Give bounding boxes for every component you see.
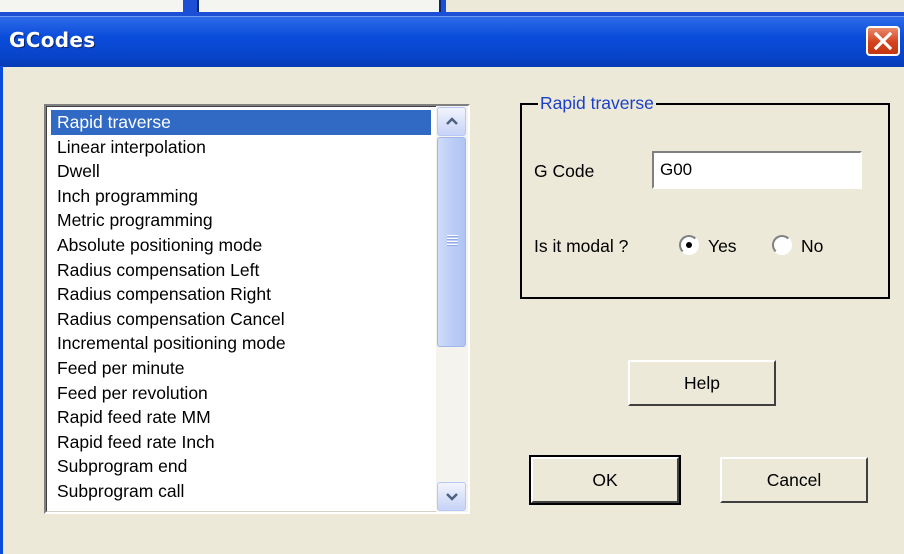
- list-item[interactable]: Incremental positioning mode: [51, 331, 431, 356]
- list-item[interactable]: Subprogram call: [51, 479, 431, 504]
- chevron-up-icon: [446, 117, 458, 125]
- scroll-down-button[interactable]: [437, 482, 466, 511]
- modal-yes-label[interactable]: Yes: [708, 236, 737, 257]
- background-pane: [197, 0, 441, 12]
- grip-icon: [447, 235, 458, 247]
- list-item[interactable]: Subprogram end: [51, 454, 431, 479]
- background-window-strip: [0, 0, 904, 16]
- gcode-listbox[interactable]: Rapid traverse Linear interpolation Dwell I…: [44, 104, 470, 514]
- help-button[interactable]: Help: [628, 360, 776, 406]
- list-item[interactable]: Feed per minute: [51, 356, 431, 381]
- dialog-title-bar[interactable]: GCodes: [0, 16, 904, 67]
- dialog-title: GCodes: [9, 28, 96, 52]
- modal-no-label[interactable]: No: [801, 236, 823, 257]
- scroll-thumb[interactable]: [437, 137, 466, 347]
- list-item[interactable]: Feed per revolution: [51, 381, 431, 406]
- dialog-border: [0, 66, 3, 554]
- chevron-down-icon: [446, 493, 458, 501]
- close-button[interactable]: [866, 26, 900, 56]
- list-item[interactable]: Rapid feed rate MM: [51, 405, 431, 430]
- ok-button[interactable]: OK: [529, 455, 681, 505]
- list-item[interactable]: Linear interpolation: [51, 135, 431, 160]
- background-pane: [0, 0, 183, 12]
- list-item[interactable]: Radius compensation Cancel: [51, 307, 431, 332]
- scroll-up-button[interactable]: [437, 107, 466, 136]
- close-icon: [874, 32, 892, 50]
- background-pane: [446, 0, 904, 12]
- modal-no-radio[interactable]: [772, 235, 792, 255]
- gcode-input[interactable]: [652, 151, 862, 189]
- gcode-label: G Code: [534, 161, 595, 181]
- gcode-list[interactable]: Rapid traverse Linear interpolation Dwell I…: [51, 110, 431, 504]
- list-item[interactable]: Metric programming: [51, 208, 431, 233]
- groupbox-legend: Rapid traverse: [538, 93, 656, 114]
- list-item[interactable]: Dwell: [51, 159, 431, 184]
- modal-yes-radio[interactable]: [679, 235, 699, 255]
- cancel-button[interactable]: Cancel: [720, 457, 868, 503]
- list-item[interactable]: Rapid traverse: [51, 110, 431, 135]
- list-item[interactable]: Radius compensation Left: [51, 258, 431, 283]
- list-item[interactable]: Rapid feed rate Inch: [51, 430, 431, 455]
- gcode-groupbox: Rapid traverse G Code Is it modal ? Yes …: [520, 93, 890, 299]
- vertical-scrollbar[interactable]: [436, 106, 468, 512]
- modal-question-label: Is it modal ?: [534, 236, 629, 256]
- list-item[interactable]: Absolute positioning mode: [51, 233, 431, 258]
- list-item[interactable]: Inch programming: [51, 184, 431, 209]
- list-item[interactable]: Radius compensation Right: [51, 282, 431, 307]
